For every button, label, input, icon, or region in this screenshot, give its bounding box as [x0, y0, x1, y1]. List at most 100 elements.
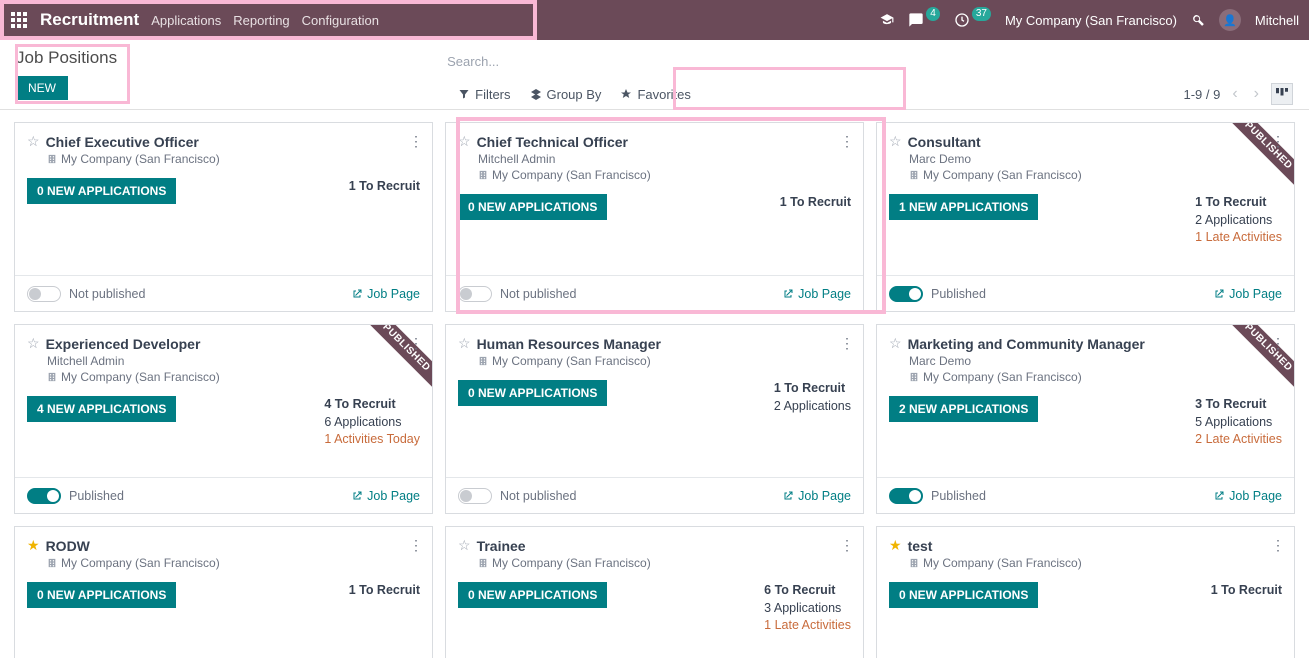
search-input[interactable]	[447, 54, 1293, 69]
chat-icon[interactable]: 4	[908, 12, 940, 28]
card-menu-icon[interactable]: ⋮	[409, 133, 422, 150]
publish-toggle[interactable]	[458, 488, 492, 504]
applications-count: 6 Applications	[324, 414, 420, 432]
job-title: Human Resources Manager	[477, 336, 661, 352]
activities-warning: 1 Late Activities	[764, 617, 851, 635]
favorite-star-icon[interactable]: ☆	[27, 335, 40, 352]
publish-toggle[interactable]	[889, 488, 923, 504]
favorite-star-icon[interactable]: ☆	[458, 133, 471, 150]
apps-icon[interactable]	[10, 11, 28, 29]
favorites-button[interactable]: Favorites	[619, 87, 690, 102]
favorite-star-icon[interactable]: ★	[27, 537, 40, 554]
card-footer: Not published Job Page	[15, 275, 432, 311]
job-card[interactable]: ⋮ ★ RODW My Company (San Francisco) 0 NE…	[14, 526, 433, 658]
new-applications-button[interactable]: 0 NEW APPLICATIONS	[27, 582, 176, 608]
publish-toggle[interactable]	[889, 286, 923, 302]
favorite-star-icon[interactable]: ★	[889, 537, 902, 554]
favorite-star-icon[interactable]: ☆	[889, 335, 902, 352]
company-selector[interactable]: My Company (San Francisco)	[1005, 13, 1177, 28]
publish-toggle[interactable]	[27, 488, 61, 504]
applications-count: 2 Applications	[1195, 212, 1282, 230]
user-name[interactable]: Mitchell	[1255, 13, 1299, 28]
activities-warning: 1 Activities Today	[324, 431, 420, 449]
card-menu-icon[interactable]: ⋮	[409, 537, 422, 554]
job-card[interactable]: ⋮ ☆ Human Resources Manager My Company (…	[445, 324, 864, 514]
new-applications-button[interactable]: 2 NEW APPLICATIONS	[889, 396, 1038, 422]
card-menu-icon[interactable]: ⋮	[840, 537, 853, 554]
building-icon	[47, 372, 57, 382]
avatar[interactable]: 👤	[1219, 9, 1241, 31]
job-page-link[interactable]: Job Page	[1213, 287, 1282, 301]
building-icon	[909, 372, 919, 382]
favorite-star-icon[interactable]: ☆	[27, 133, 40, 150]
card-menu-icon[interactable]: ⋮	[840, 133, 853, 150]
job-company: My Company (San Francisco)	[909, 556, 1282, 570]
page-title: Job Positions	[16, 48, 117, 68]
activity-icon[interactable]: 37	[954, 12, 991, 28]
card-menu-icon[interactable]: ⋮	[840, 335, 853, 352]
job-company: My Company (San Francisco)	[909, 168, 1282, 182]
job-page-link[interactable]: Job Page	[782, 489, 851, 503]
job-card[interactable]: ⋮ ☆ Chief Technical Officer Mitchell Adm…	[445, 122, 864, 312]
building-icon	[909, 558, 919, 568]
new-button[interactable]: NEW	[16, 76, 68, 100]
job-owner: Mitchell Admin	[47, 354, 420, 368]
kanban-view-icon[interactable]	[1271, 83, 1293, 105]
new-applications-button[interactable]: 1 NEW APPLICATIONS	[889, 194, 1038, 220]
new-applications-button[interactable]: 0 NEW APPLICATIONS	[458, 582, 607, 608]
building-icon	[47, 558, 57, 568]
job-title: Consultant	[908, 134, 981, 150]
new-applications-button[interactable]: 4 NEW APPLICATIONS	[27, 396, 176, 422]
new-applications-button[interactable]: 0 NEW APPLICATIONS	[458, 380, 607, 406]
graduation-cap-icon[interactable]	[880, 13, 894, 27]
publish-label: Published	[69, 489, 124, 503]
card-menu-icon[interactable]: ⋮	[1271, 335, 1284, 352]
publish-toggle[interactable]	[458, 286, 492, 302]
job-page-link[interactable]: Job Page	[1213, 489, 1282, 503]
control-panel: Job Positions NEW Filters Group By Favor…	[0, 40, 1309, 110]
job-owner: Marc Demo	[909, 152, 1282, 166]
card-menu-icon[interactable]: ⋮	[1271, 537, 1284, 554]
job-page-link[interactable]: Job Page	[351, 287, 420, 301]
card-footer: Published Job Page	[877, 477, 1294, 513]
favorite-star-icon[interactable]: ☆	[889, 133, 902, 150]
publish-toggle[interactable]	[27, 286, 61, 302]
groupby-button[interactable]: Group By	[529, 87, 602, 102]
building-icon	[478, 356, 488, 366]
pager-next[interactable]: ›	[1250, 85, 1263, 103]
job-page-link[interactable]: Job Page	[782, 287, 851, 301]
card-menu-icon[interactable]: ⋮	[409, 335, 422, 352]
layers-icon	[529, 87, 543, 101]
new-applications-button[interactable]: 0 NEW APPLICATIONS	[889, 582, 1038, 608]
nav-configuration[interactable]: Configuration	[302, 13, 379, 28]
topbar-right: 4 37 My Company (San Francisco) 👤 Mitche…	[880, 9, 1299, 31]
activity-badge: 37	[972, 7, 991, 21]
card-menu-icon[interactable]: ⋮	[1271, 133, 1284, 150]
new-applications-button[interactable]: 0 NEW APPLICATIONS	[27, 178, 176, 204]
job-card[interactable]: ⋮ ★ test My Company (San Francisco) 0 NE…	[876, 526, 1295, 658]
job-owner: Mitchell Admin	[478, 152, 851, 166]
job-page-link[interactable]: Job Page	[351, 489, 420, 503]
building-icon	[47, 154, 57, 164]
job-card[interactable]: PUBLISHED ⋮ ☆ Consultant Marc Demo My Co…	[876, 122, 1295, 312]
favorite-star-icon[interactable]: ☆	[458, 537, 471, 554]
star-icon	[619, 87, 633, 101]
filters-button[interactable]: Filters	[457, 87, 510, 102]
to-recruit-count: 4 To Recruit	[324, 396, 420, 414]
pager-prev[interactable]: ‹	[1228, 85, 1241, 103]
job-card[interactable]: PUBLISHED ⋮ ☆ Marketing and Community Ma…	[876, 324, 1295, 514]
kanban-grid: ⋮ ☆ Chief Executive Officer My Company (…	[0, 110, 1309, 658]
nav-applications[interactable]: Applications	[151, 13, 221, 28]
job-card[interactable]: PUBLISHED ⋮ ☆ Experienced Developer Mitc…	[14, 324, 433, 514]
publish-label: Published	[931, 287, 986, 301]
job-card[interactable]: ⋮ ☆ Chief Executive Officer My Company (…	[14, 122, 433, 312]
wrench-icon[interactable]	[1191, 13, 1205, 27]
nav-reporting[interactable]: Reporting	[233, 13, 289, 28]
job-card[interactable]: ⋮ ☆ Trainee My Company (San Francisco) 0…	[445, 526, 864, 658]
favorite-star-icon[interactable]: ☆	[458, 335, 471, 352]
new-applications-button[interactable]: 0 NEW APPLICATIONS	[458, 194, 607, 220]
activities-warning: 1 Late Activities	[1195, 229, 1282, 247]
publish-label: Published	[931, 489, 986, 503]
module-name[interactable]: Recruitment	[40, 10, 139, 30]
topbar-left: Recruitment Applications Reporting Confi…	[10, 10, 379, 30]
